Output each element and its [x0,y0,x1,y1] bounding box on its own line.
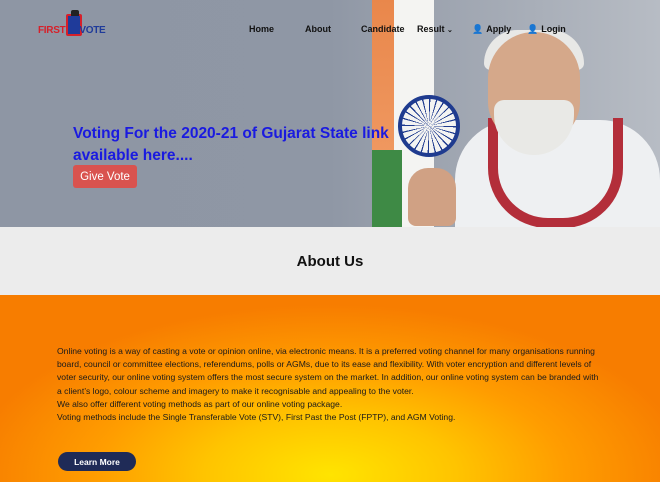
nav-home[interactable]: Home [249,24,274,34]
about-paragraph: We also offer different voting methods a… [57,398,343,409]
nav-apply-label: Apply [486,24,512,34]
about-section-header: About Us [0,227,660,295]
logo-text-first: FIRST [38,25,66,36]
nav-login-label: Login [541,24,566,34]
about-section-body: Online voting is a way of casting a vote… [0,295,660,482]
about-paragraph: Voting methods include the Single Transf… [57,412,456,423]
about-text: Online voting is a way of casting a vote… [57,345,602,424]
nav-apply[interactable]: 👤 Apply [472,24,511,35]
page: FIRST VOTE Home About Candidate Result ⌄ … [0,0,660,482]
nav-candidate[interactable]: Candidate [361,24,405,34]
site-logo[interactable]: FIRST VOTE [38,10,112,42]
nav-login[interactable]: 👤 Login [527,24,566,35]
nav-result-label: Result [417,24,445,34]
hero-banner: FIRST VOTE Home About Candidate Result ⌄ … [0,0,660,227]
about-title: About Us [296,252,364,270]
give-vote-button[interactable]: Give Vote [73,165,137,188]
nav-result[interactable]: Result ⌄ [417,24,453,34]
logo-text-vote: VOTE [79,25,106,36]
nav-about[interactable]: About [305,24,331,34]
user-icon: 👤 [527,24,539,34]
hero-headline[interactable]: Voting For the 2020-21 of Gujarat State … [73,123,403,167]
user-plus-icon: 👤 [472,24,484,34]
about-paragraph: Online voting is a way of casting a vote… [57,346,599,396]
learn-more-button[interactable]: Learn More [58,452,136,471]
chevron-down-icon: ⌄ [447,27,453,34]
